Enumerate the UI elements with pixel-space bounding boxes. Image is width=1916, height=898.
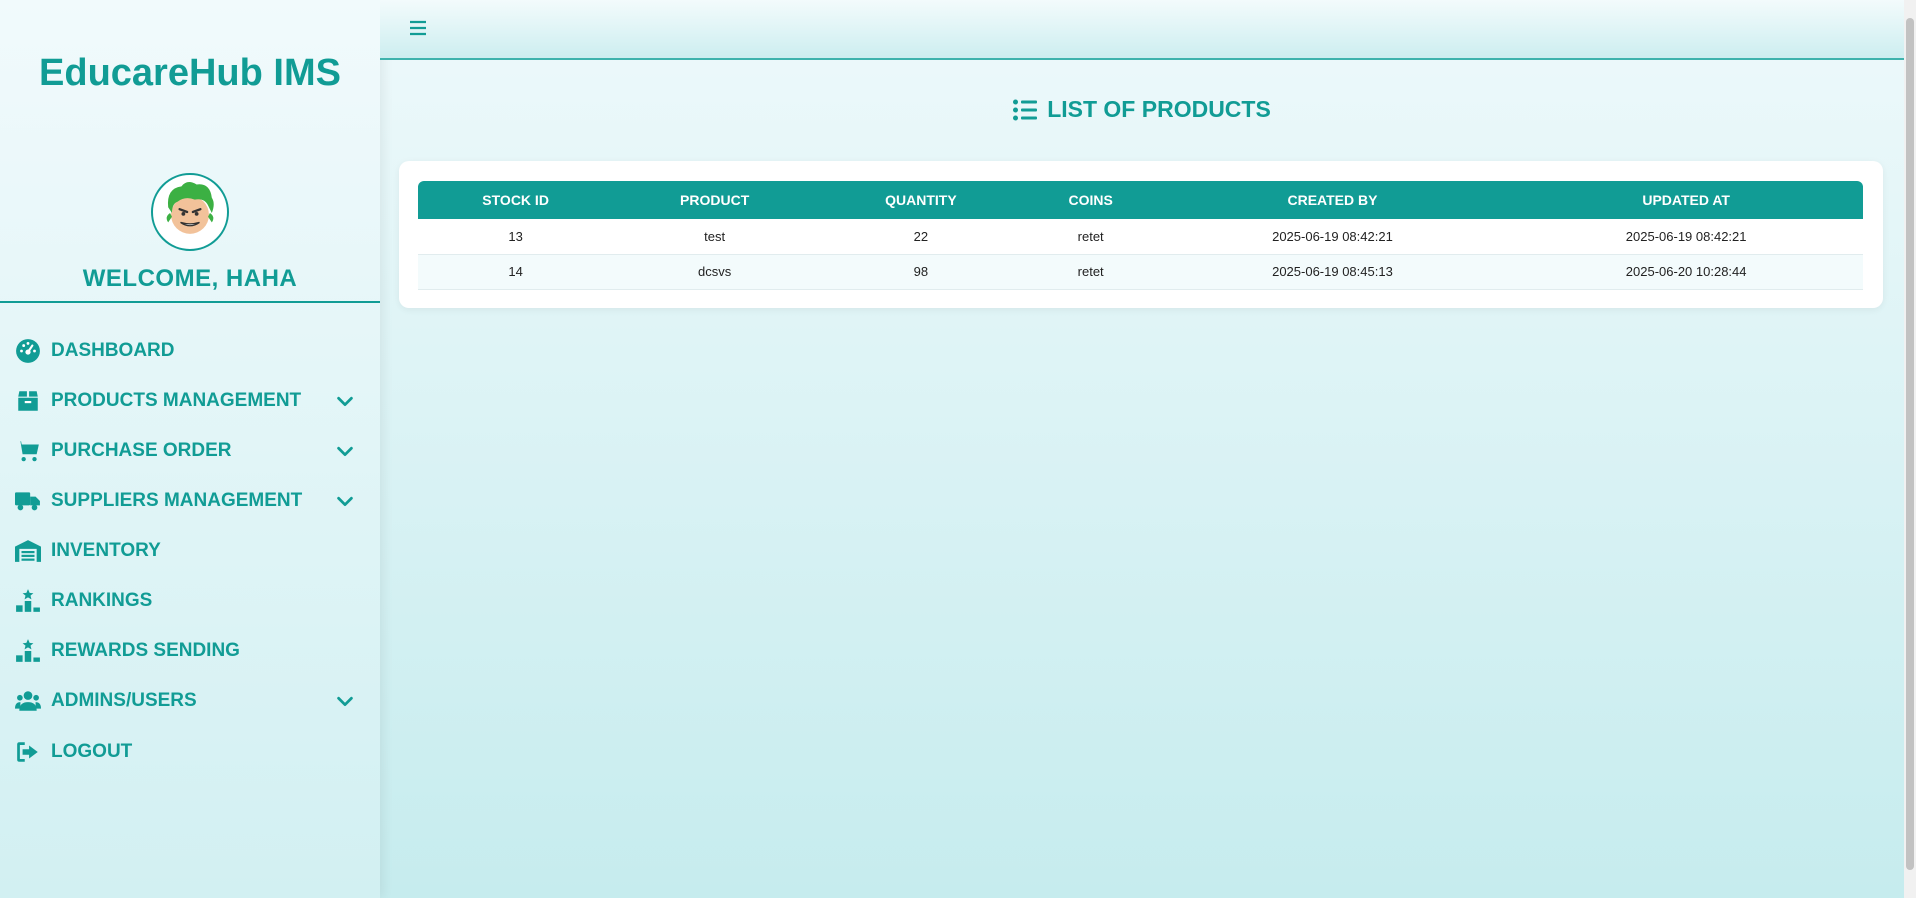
sidebar-item-logout[interactable]: LOGOUT: [0, 727, 380, 777]
warehouse-icon: [14, 537, 42, 565]
truck-icon: [14, 487, 42, 515]
cell-updated-at: 2025-06-19 08:42:21: [1509, 219, 1863, 255]
chevron-down-icon[interactable]: [334, 390, 356, 412]
cell-quantity: 98: [816, 254, 1026, 290]
cell-product: test: [613, 219, 817, 255]
topbar: [380, 0, 1904, 60]
ranking-icon: [14, 587, 42, 615]
products-table: STOCK ID PRODUCT QUANTITY COINS CREATED …: [418, 181, 1863, 290]
column-header-quantity[interactable]: QUANTITY: [816, 181, 1026, 219]
avatar-image: [166, 182, 214, 234]
column-header-stock-id[interactable]: STOCK ID: [418, 181, 613, 219]
vertical-scrollbar[interactable]: [1904, 0, 1916, 898]
logout-icon: [14, 738, 42, 766]
sidebar-item-suppliers-management[interactable]: SUPPLIERS MANAGEMENT: [0, 476, 380, 526]
column-header-created-by[interactable]: CREATED BY: [1156, 181, 1510, 219]
sidebar-divider: [0, 301, 380, 303]
welcome-text: WELCOME, HAHA: [82, 265, 298, 292]
sidebar-item-label: REWARDS SENDING: [51, 640, 240, 661]
cell-product: dcsvs: [613, 254, 817, 290]
sidebar: EducareHub IMS WELCOME, HAHA DASHBOARD P…: [0, 0, 380, 898]
table-header-row: STOCK ID PRODUCT QUANTITY COINS CREATED …: [418, 181, 1863, 219]
sidebar-nav: DASHBOARD PRODUCTS MANAGEMENT PURCHASE O…: [0, 326, 380, 777]
chevron-down-icon[interactable]: [334, 690, 356, 712]
sidebar-item-label: LOGOUT: [51, 741, 133, 762]
gauge-icon: [14, 337, 42, 365]
table-row[interactable]: 13 test 22 retet 2025-06-19 08:42:21 202…: [418, 219, 1863, 255]
column-header-updated-at[interactable]: UPDATED AT: [1509, 181, 1863, 219]
brand-title: EducareHub IMS: [39, 52, 341, 94]
page-title-text: LIST OF PRODUCTS: [1047, 96, 1271, 122]
sidebar-item-label: DASHBOARD: [51, 340, 175, 361]
chevron-down-icon[interactable]: [334, 490, 356, 512]
list-icon: [1013, 99, 1038, 120]
cell-coins: retet: [1025, 219, 1156, 255]
column-header-product[interactable]: PRODUCT: [613, 181, 816, 219]
sidebar-item-label: SUPPLIERS MANAGEMENT: [51, 490, 303, 511]
products-table-wrapper: STOCK ID PRODUCT QUANTITY COINS CREATED …: [418, 181, 1863, 290]
products-card: STOCK ID PRODUCT QUANTITY COINS CREATED …: [399, 161, 1883, 308]
sidebar-item-products-management[interactable]: PRODUCTS MANAGEMENT: [0, 376, 380, 426]
cell-stock-id: 14: [418, 254, 614, 290]
cell-created-by: 2025-06-19 08:45:13: [1155, 254, 1510, 290]
cell-created-by: 2025-06-19 08:42:21: [1155, 219, 1510, 255]
sidebar-item-inventory[interactable]: INVENTORY: [0, 526, 380, 576]
sidebar-item-label: PRODUCTS MANAGEMENT: [51, 390, 302, 411]
sidebar-item-label: INVENTORY: [51, 540, 161, 561]
sidebar-item-label: PURCHASE ORDER: [51, 440, 232, 461]
sidebar-item-purchase-order[interactable]: PURCHASE ORDER: [0, 426, 380, 476]
cell-quantity: 22: [816, 219, 1026, 255]
users-icon: [14, 687, 42, 715]
table-row[interactable]: 14 dcsvs 98 retet 2025-06-19 08:45:13 20…: [418, 254, 1863, 290]
sidebar-item-rankings[interactable]: RANKINGS: [0, 576, 380, 626]
ranking-icon: [14, 637, 42, 665]
scrollbar-thumb[interactable]: [1906, 18, 1914, 870]
sidebar-item-dashboard[interactable]: DASHBOARD: [0, 326, 380, 376]
box-icon: [14, 387, 42, 415]
column-header-coins[interactable]: COINS: [1026, 181, 1156, 219]
hamburger-menu-icon[interactable]: [408, 18, 428, 38]
cell-updated-at: 2025-06-20 10:28:44: [1509, 254, 1863, 290]
sidebar-item-label: RANKINGS: [51, 590, 153, 611]
page-title: LIST OF PRODUCTS: [380, 96, 1904, 123]
sidebar-item-label: ADMINS/USERS: [51, 690, 197, 711]
cell-stock-id: 13: [418, 219, 614, 255]
cart-icon: [14, 437, 42, 465]
cell-coins: retet: [1025, 254, 1156, 290]
chevron-down-icon[interactable]: [334, 440, 356, 462]
sidebar-item-admins-users[interactable]: ADMINS/USERS: [0, 676, 380, 726]
avatar: [151, 173, 229, 251]
sidebar-item-rewards-sending[interactable]: REWARDS SENDING: [0, 626, 380, 676]
